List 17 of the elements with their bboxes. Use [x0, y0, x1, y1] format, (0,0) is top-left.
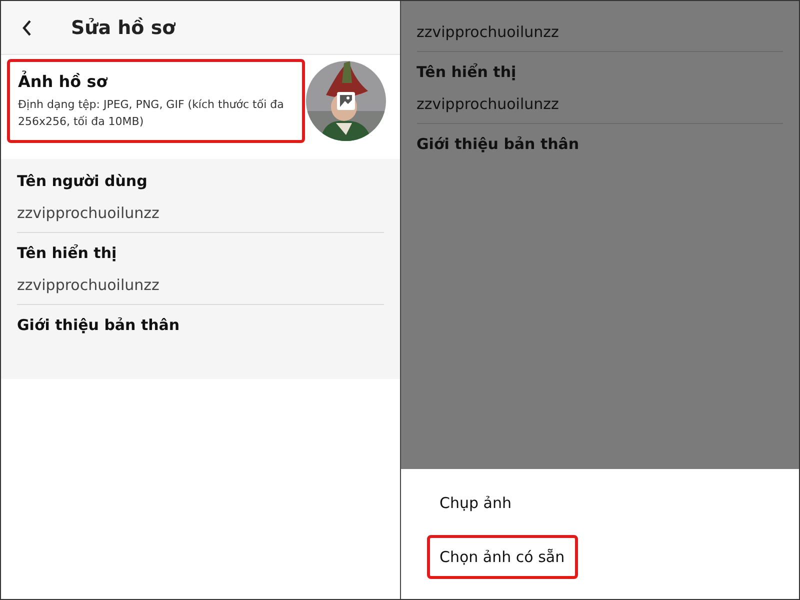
field-label: Tên hiển thị	[17, 243, 118, 264]
field-label: Tên hiển thị	[416, 62, 518, 83]
back-icon[interactable]	[21, 18, 33, 36]
hint-text: Định dạng tệp: JPEG, PNG, GIF (kích thước tối đa 256x256, tối đa 10MB)	[18, 97, 285, 130]
field-label: Giới thiệu bản thân	[416, 134, 580, 155]
field-label: Tên người dùng	[17, 171, 148, 192]
sheet-option[interactable]: Chụp ảnh	[426, 481, 524, 525]
field-value[interactable]: zzvipprochuoilunzz	[17, 273, 384, 297]
section-label: Ảnh hồ sơ	[18, 72, 108, 91]
field-label: Giới thiệu bản thân	[17, 315, 181, 336]
screen-title: Sửa hồ sơ	[71, 16, 176, 38]
profile-photo-option[interactable]: Ảnh hồ sơ Định dạng tệp: JPEG, PNG, GIF (kích thước tối đa 256x256, tối đa 10MB)	[7, 59, 305, 143]
field-value[interactable]: zzvipprochuoilunzz	[416, 20, 783, 44]
sheet-option[interactable]: Chọn ảnh có sẵn	[426, 535, 578, 579]
image-icon	[336, 92, 354, 110]
field-value[interactable]: zzvipprochuoilunzz	[416, 92, 783, 116]
field-value[interactable]: zzvipprochuoilunzz	[17, 201, 384, 225]
